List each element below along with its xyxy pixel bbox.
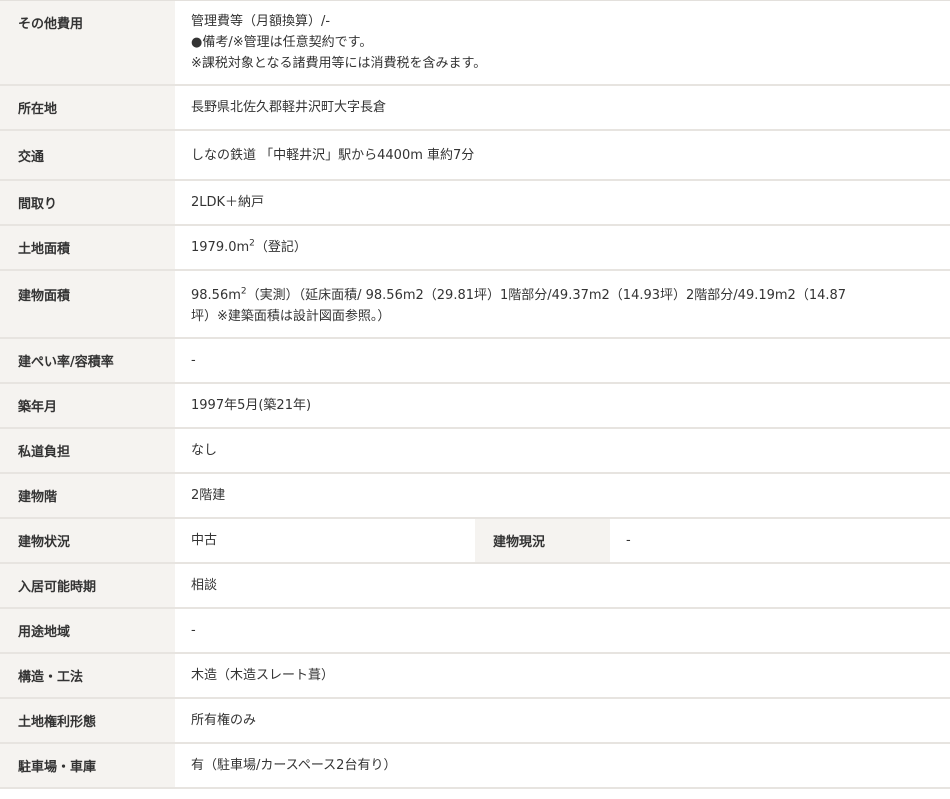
row-value: 1979.0m2（登記） xyxy=(175,226,950,269)
row-label-text: 交通 xyxy=(18,149,45,165)
table-row-address: 所在地 長野県北佐久郡軽井沢町大字長倉 xyxy=(0,86,950,131)
row-value: 所有権のみ xyxy=(175,699,950,742)
row-label-text: 入居可能時期 xyxy=(18,580,97,595)
row-value-text: なし xyxy=(191,443,218,458)
row-label: 土地面積 xyxy=(0,226,175,269)
row-value-text: - xyxy=(191,353,196,368)
table-row-building-condition: 建物状況 中古 建物現況 - xyxy=(0,519,950,564)
row-value-text: しなの鉄道 「中軽井沢」駅から4400m 車約7分 xyxy=(191,147,475,163)
row-label: 土地権利形態 xyxy=(0,699,175,742)
row-label: 間取り xyxy=(0,181,175,224)
table-row-move-in: 入居可能時期 相談 xyxy=(0,564,950,609)
row-value-text: 有（駐車場/カースペース2台有り） xyxy=(191,758,397,773)
value-line: ※課税対象となる諸費用等には消費税を含みます。 xyxy=(191,56,487,71)
row-value-text: 長野県北佐久郡軽井沢町大字長倉 xyxy=(191,100,387,115)
row-label-text: 築年月 xyxy=(18,400,58,415)
row-value: - xyxy=(175,609,950,652)
row-label: 交通 xyxy=(0,131,175,179)
row-label: 所在地 xyxy=(0,86,175,129)
row-label: 入居可能時期 xyxy=(0,564,175,607)
row-label-text: 建ぺい率/容積率 xyxy=(18,355,114,370)
row-label-text: 土地面積 xyxy=(18,242,71,257)
row-value: 2LDK＋納戸 xyxy=(175,181,950,224)
row-value-text: 中古 xyxy=(191,533,218,548)
table-row-structure: 構造・工法 木造（木造スレート葺） xyxy=(0,654,950,699)
row-value-text: 所有権のみ xyxy=(191,713,257,728)
row-value-text: 1979.0m xyxy=(191,240,250,255)
row-label-text: 所在地 xyxy=(18,102,58,117)
table-row-building-area: 建物面積 98.56m2（実測）（延床面積/ 98.56m2（29.81坪）1階… xyxy=(0,271,950,339)
row-label: 建物階 xyxy=(0,474,175,517)
row-value-text: 2階建 xyxy=(191,488,226,503)
row-value: 98.56m2（実測）（延床面積/ 98.56m2（29.81坪）1階部分/49… xyxy=(175,271,950,337)
row-value: 相談 xyxy=(175,564,950,607)
row-value-secondary: - xyxy=(610,519,950,562)
row-value-text: - xyxy=(191,623,196,638)
row-label-text: 私道負担 xyxy=(18,445,71,460)
row-value-text: - xyxy=(626,533,631,548)
row-label: 建物状況 xyxy=(0,519,175,562)
table-row-private-road: 私道負担 なし xyxy=(0,429,950,474)
row-value-detail: （実測）（延床面積/ 98.56m2（29.81坪）1階部分/49.37m2（1… xyxy=(246,288,847,303)
row-value: 有（駐車場/カースペース2台有り） xyxy=(175,744,950,787)
row-label: その他費用 xyxy=(0,1,175,84)
table-row-access: 交通 しなの鉄道 「中軽井沢」駅から4400m 車約7分 xyxy=(0,131,950,181)
row-label: 用途地域 xyxy=(0,609,175,652)
row-label: 私道負担 xyxy=(0,429,175,472)
row-label-text: 土地権利形態 xyxy=(18,715,97,730)
row-label: 築年月 xyxy=(0,384,175,427)
table-row-other-costs: その他費用 管理費等（月額換算）/- ●備考/※管理は任意契約です。 ※課税対象… xyxy=(0,1,950,86)
row-label: 駐車場・車庫 xyxy=(0,744,175,787)
row-label-text: 構造・工法 xyxy=(18,670,84,685)
row-label: 建物面積 xyxy=(0,271,175,337)
table-row-built-date: 築年月 1997年5月(築21年) xyxy=(0,384,950,429)
row-value: しなの鉄道 「中軽井沢」駅から4400m 車約7分 xyxy=(175,131,950,179)
table-row-floors: 建物階 2階建 xyxy=(0,474,950,519)
table-row-land-area: 土地面積 1979.0m2（登記） xyxy=(0,226,950,271)
row-value: 長野県北佐久郡軽井沢町大字長倉 xyxy=(175,86,950,129)
value-line: ●備考/※管理は任意契約です。 xyxy=(191,35,373,50)
property-spec-table: その他費用 管理費等（月額換算）/- ●備考/※管理は任意契約です。 ※課税対象… xyxy=(0,0,950,789)
row-value-text: 相談 xyxy=(191,578,218,593)
table-row-zoning: 用途地域 - xyxy=(0,609,950,654)
row-value-text: 木造（木造スレート葺） xyxy=(191,668,335,683)
row-value: 木造（木造スレート葺） xyxy=(175,654,950,697)
row-label: 構造・工法 xyxy=(0,654,175,697)
row-label-text: 建物面積 xyxy=(18,289,71,304)
row-value: 1997年5月(築21年) xyxy=(175,384,950,427)
table-row-coverage-ratio: 建ぺい率/容積率 - xyxy=(0,339,950,384)
row-value: なし xyxy=(175,429,950,472)
row-value: - xyxy=(175,339,950,382)
row-label: 建ぺい率/容積率 xyxy=(0,339,175,382)
row-label-text: 間取り xyxy=(18,197,58,212)
row-value: 2階建 xyxy=(175,474,950,517)
row-label-text: 用途地域 xyxy=(18,625,71,640)
row-label-text: その他費用 xyxy=(18,17,84,32)
row-label-text: 駐車場・車庫 xyxy=(18,760,97,775)
row-value-detail-line2: 坪）※建築面積は設計図面参照。） xyxy=(191,309,391,324)
value-line: 管理費等（月額換算）/- xyxy=(191,14,331,29)
row-value-text: 1997年5月(築21年) xyxy=(191,398,312,413)
row-label-text: 建物状況 xyxy=(18,535,71,550)
table-row-land-rights: 土地権利形態 所有権のみ xyxy=(0,699,950,744)
row-value: 管理費等（月額換算）/- ●備考/※管理は任意契約です。 ※課税対象となる諸費用… xyxy=(175,1,950,84)
row-label-text: 建物階 xyxy=(18,490,58,505)
table-row-layout: 間取り 2LDK＋納戸 xyxy=(0,181,950,226)
row-label-secondary: 建物現況 xyxy=(475,519,610,562)
row-value: 中古 xyxy=(175,519,475,562)
row-value-text: 98.56m xyxy=(191,288,241,303)
row-value-text: 2LDK＋納戸 xyxy=(191,195,265,210)
row-value-suffix: （登記） xyxy=(254,240,307,255)
table-row-parking: 駐車場・車庫 有（駐車場/カースペース2台有り） xyxy=(0,744,950,789)
row-label-text: 建物現況 xyxy=(493,535,546,550)
